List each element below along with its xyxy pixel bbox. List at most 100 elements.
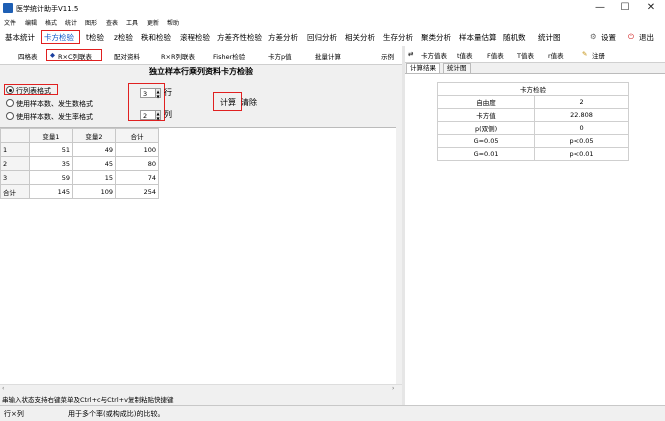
register-button[interactable]: 注册 xyxy=(592,50,605,60)
minimize-button[interactable]: — xyxy=(590,2,610,14)
tab-chi-p[interactable]: 卡方p值 xyxy=(268,51,292,61)
active-tool-highlight xyxy=(41,30,80,44)
exit-button[interactable]: 退出 xyxy=(639,32,654,43)
result-row: G=0.05 p<0.05 xyxy=(436,134,629,148)
table-header-row: 变量1 变量2 合计 xyxy=(0,128,159,143)
result-title: 卡方检验 xyxy=(437,82,629,96)
result-row: 卡方值 22.808 xyxy=(436,108,629,122)
cell[interactable]: 80 xyxy=(115,156,159,171)
column-header[interactable]: 变量1 xyxy=(29,128,73,143)
test-type-tabs: 四格表 ◆ R×C列联表 配对资料 R×R列联表 Fisher检验 卡方p值 批… xyxy=(0,46,402,65)
result-title-row: 卡方检验 xyxy=(437,82,629,96)
tool-correlation[interactable]: 相关分析 xyxy=(345,32,375,43)
result-row: p(双侧) 0 xyxy=(436,121,629,135)
cell[interactable]: 51 xyxy=(29,142,73,157)
tab-rxr[interactable]: R×R列联表 xyxy=(161,51,195,61)
close-button[interactable]: ✕ xyxy=(641,2,661,14)
cell[interactable]: 15 xyxy=(72,170,116,185)
tool-sample-size[interactable]: 样本量估算 xyxy=(459,32,497,43)
result-key: 自由度 xyxy=(436,95,536,109)
menu-lookup[interactable]: 查表 xyxy=(106,18,118,27)
radio-rate-label: 使用样本数、发生率格式 xyxy=(16,113,93,121)
menu-help[interactable]: 帮助 xyxy=(167,18,179,27)
pen-icon: ✎ xyxy=(582,50,588,58)
menu-graph[interactable]: 图形 xyxy=(85,18,97,27)
row-header[interactable]: 2 xyxy=(0,156,30,171)
T-table-button[interactable]: T值表 xyxy=(517,50,534,60)
rows-input[interactable]: 3 xyxy=(140,88,156,98)
result-value: p<0.01 xyxy=(534,147,629,161)
cell[interactable]: 49 xyxy=(72,142,116,157)
radio-count-format[interactable]: 使用样本数、发生数格式 xyxy=(6,99,93,109)
cell[interactable]: 59 xyxy=(29,170,73,185)
tab-fourfold[interactable]: 四格表 xyxy=(18,51,38,61)
radio-icon xyxy=(6,99,14,107)
tool-basic-stats[interactable]: 基本统计 xyxy=(5,32,35,43)
cell[interactable]: 100 xyxy=(115,142,159,157)
result-key: p(双侧) xyxy=(436,121,536,135)
tool-anova[interactable]: 方差分析 xyxy=(268,32,298,43)
tool-survival[interactable]: 生存分析 xyxy=(383,32,413,43)
cell[interactable]: 254 xyxy=(115,184,159,199)
column-header[interactable]: 合计 xyxy=(115,128,159,143)
tool-run-test[interactable]: 滚程检验 xyxy=(180,32,210,43)
selected-format-highlight xyxy=(4,84,58,95)
row-header[interactable]: 3 xyxy=(0,170,30,185)
cell[interactable]: 45 xyxy=(72,156,116,171)
module-toolbar: 基本统计 卡方检验 t检验 z检验 秩和检验 滚程检验 方差齐性检验 方差分析 … xyxy=(0,28,665,47)
t-table-button[interactable]: t值表 xyxy=(457,50,473,60)
f-table-button[interactable]: F值表 xyxy=(487,50,504,60)
active-tab-highlight xyxy=(46,49,102,61)
cols-label: 列 xyxy=(164,110,172,119)
status-mode: 行×列 xyxy=(4,410,24,418)
tool-t-test[interactable]: t检验 xyxy=(86,32,104,43)
chi-table-button[interactable]: 卡方值表 xyxy=(421,50,447,60)
settings-button[interactable]: 设置 xyxy=(601,32,616,43)
tab-results[interactable]: 计算结果 xyxy=(406,63,440,73)
maximize-button[interactable]: ☐ xyxy=(615,2,635,14)
tool-random[interactable]: 随机数 xyxy=(503,32,526,43)
cell[interactable]: 74 xyxy=(115,170,159,185)
menu-stats[interactable]: 统计 xyxy=(65,18,77,27)
table-row: 3 59 15 74 xyxy=(0,170,159,185)
row-header[interactable]: 合计 xyxy=(0,184,30,199)
example-link[interactable]: 示例 xyxy=(381,51,394,61)
tool-z-test[interactable]: z检验 xyxy=(114,32,133,43)
cell[interactable]: 109 xyxy=(72,184,116,199)
tool-homogeneity[interactable]: 方差齐性检验 xyxy=(217,32,262,43)
menu-edit[interactable]: 编辑 xyxy=(25,18,37,27)
tab-fisher[interactable]: Fisher检验 xyxy=(213,51,245,61)
clear-button[interactable]: 清除 xyxy=(241,97,257,108)
column-header[interactable]: 变量2 xyxy=(72,128,116,143)
result-panel: 卡方检验 自由度 2 卡方值 22.808 p(双侧) 0 G=0.05 p<0.05 … xyxy=(405,73,665,406)
swap-icon[interactable]: ⇄ xyxy=(408,50,413,58)
menu-tools[interactable]: 工具 xyxy=(126,18,138,27)
horizontal-scrollbar[interactable]: ‹ › xyxy=(0,384,402,394)
scroll-left-icon[interactable]: ‹ xyxy=(2,385,4,392)
result-value: 2 xyxy=(534,95,629,109)
tool-cluster[interactable]: 聚类分析 xyxy=(421,32,451,43)
cols-stepper[interactable]: ▲ ▼ xyxy=(155,110,161,121)
rows-stepper[interactable]: ▲ ▼ xyxy=(155,88,161,99)
r-table-button[interactable]: r值表 xyxy=(548,50,564,60)
tab-batch[interactable]: 批量计算 xyxy=(315,51,341,61)
cols-input[interactable]: 2 xyxy=(140,110,156,120)
tab-chart[interactable]: 统计图 xyxy=(443,63,471,73)
gear-icon[interactable]: ⚙ xyxy=(590,32,597,41)
scroll-right-icon[interactable]: › xyxy=(392,385,394,392)
menu-file[interactable]: 文件 xyxy=(4,18,16,27)
menu-format[interactable]: 格式 xyxy=(45,18,57,27)
cell[interactable]: 145 xyxy=(29,184,73,199)
radio-rate-format[interactable]: 使用样本数、发生率格式 xyxy=(6,112,93,122)
data-grid[interactable]: 变量1 变量2 合计 1 51 49 100 2 35 45 80 3 59 1… xyxy=(0,127,402,385)
table-row: 1 51 49 100 xyxy=(0,142,159,157)
row-header[interactable]: 1 xyxy=(0,142,30,157)
power-icon[interactable]: ⏻ xyxy=(628,32,634,42)
calculate-button[interactable]: 计算 xyxy=(220,97,236,108)
tool-rank-sum[interactable]: 秩和检验 xyxy=(141,32,171,43)
tab-paired[interactable]: 配对资料 xyxy=(114,51,140,61)
tool-stat-chart[interactable]: 统计图 xyxy=(538,32,561,43)
cell[interactable]: 35 xyxy=(29,156,73,171)
tool-regression[interactable]: 回归分析 xyxy=(307,32,337,43)
menu-update[interactable]: 更新 xyxy=(147,18,159,27)
